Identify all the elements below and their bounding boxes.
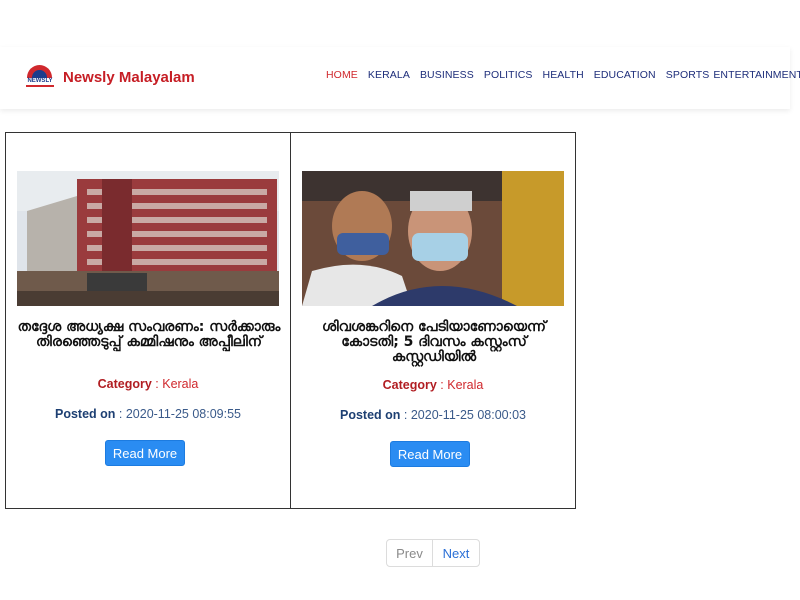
- nav-home[interactable]: HOME: [326, 69, 358, 81]
- posted-value: : 2020-11-25 08:09:55: [115, 407, 241, 421]
- category-value: : Kerala: [151, 377, 199, 391]
- article-image[interactable]: [17, 171, 279, 306]
- newsly-logo-icon: NEWSLY: [24, 63, 56, 91]
- brand-name[interactable]: Newsly Malayalam: [63, 69, 195, 86]
- nav-kerala[interactable]: KERALA: [368, 69, 410, 81]
- next-page-button[interactable]: Next: [433, 540, 479, 566]
- prev-page-button[interactable]: Prev: [387, 540, 433, 566]
- article-image[interactable]: [302, 171, 564, 306]
- top-navbar: NEWSLY Newsly Malayalam HOME KERALA BUSI…: [0, 47, 800, 109]
- read-more-button[interactable]: Read More: [390, 441, 470, 467]
- nav-sports[interactable]: SPORTS: [666, 69, 710, 81]
- logo-text: NEWSLY: [27, 78, 53, 84]
- article-title[interactable]: തദ്ദേശ അധ്യക്ഷ സംവരണം: സർക്കാരും തിരഞ്ഞെ…: [16, 320, 282, 350]
- pagination: Prev Next: [386, 539, 480, 567]
- main-nav: HOME KERALA BUSINESS POLITICS HEALTH EDU…: [326, 69, 800, 81]
- article-grid: തദ്ദേശ അധ്യക്ഷ സംവരണം: സർക്കാരും തിരഞ്ഞെ…: [5, 132, 576, 509]
- brand[interactable]: NEWSLY Newsly Malayalam: [24, 63, 195, 91]
- nav-education[interactable]: EDUCATION: [594, 69, 656, 81]
- article-date: Posted on : 2020-11-25 08:09:55: [6, 407, 290, 421]
- posted-value: : 2020-11-25 08:00:03: [400, 408, 526, 422]
- article-category: Category : Kerala: [6, 377, 290, 391]
- category-label: Category: [97, 377, 152, 391]
- category-value: : Kerala: [436, 378, 484, 392]
- read-more-button[interactable]: Read More: [105, 440, 185, 466]
- nav-entertainment[interactable]: ENTERTAINMENT: [713, 69, 800, 81]
- article-date: Posted on : 2020-11-25 08:00:03: [291, 408, 575, 422]
- nav-business[interactable]: BUSINESS: [420, 69, 474, 81]
- nav-health[interactable]: HEALTH: [543, 69, 584, 81]
- article-category: Category : Kerala: [291, 378, 575, 392]
- posted-label: Posted on: [55, 407, 116, 421]
- building-image: [17, 171, 279, 306]
- people-image: [302, 171, 564, 306]
- nav-politics[interactable]: POLITICS: [484, 69, 533, 81]
- article-card: തദ്ദേശ അധ്യക്ഷ സംവരണം: സർക്കാരും തിരഞ്ഞെ…: [5, 132, 291, 509]
- category-label: Category: [382, 378, 437, 392]
- article-card: ശിവശങ്കറിനെ പേടിയാണോയെന്ന് കോടതി; 5 ദിവസ…: [290, 132, 576, 509]
- article-title[interactable]: ശിവശങ്കറിനെ പേടിയാണോയെന്ന് കോടതി; 5 ദിവസ…: [301, 320, 567, 365]
- posted-label: Posted on: [340, 408, 401, 422]
